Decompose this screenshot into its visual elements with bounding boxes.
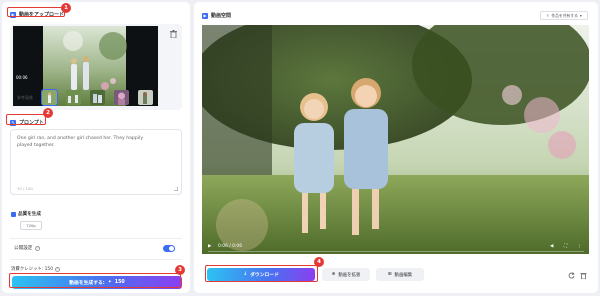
share-label: 作品を共有する xyxy=(551,12,578,18)
share-button[interactable]: ⇪ 作品を共有する ▾ xyxy=(540,11,588,20)
reference-thumb-4[interactable] xyxy=(114,90,129,105)
annotation-badge-3: 3 xyxy=(175,265,185,275)
public-toggle[interactable] xyxy=(163,245,175,252)
video-icon: ▶ xyxy=(202,12,208,19)
video-progress-bar[interactable] xyxy=(208,250,584,252)
more-icon[interactable]: ⋮ xyxy=(577,244,581,249)
video-space-label: 動画空間 xyxy=(211,13,232,19)
highlight-upload-title xyxy=(7,7,65,17)
edit-icon: ⊞ xyxy=(387,272,392,277)
volume-icon[interactable]: ◀ xyxy=(550,244,553,249)
enhance-video-button[interactable]: ⊕ 動画を拡張 xyxy=(322,268,370,281)
uploaded-video-thumbnail[interactable] xyxy=(13,26,158,106)
refresh-icon[interactable] xyxy=(568,272,575,279)
prompt-char-counter: 70 / 100 xyxy=(17,186,33,191)
quality-option-720p[interactable]: 720p xyxy=(20,221,42,230)
public-setting-row: 公開設定 ? xyxy=(14,245,41,251)
divider xyxy=(10,238,182,239)
help-icon[interactable]: ? xyxy=(35,245,41,251)
divider xyxy=(10,259,182,260)
annotation-badge-4: 4 xyxy=(314,257,324,267)
highlight-generate-button xyxy=(9,273,181,288)
video-frame xyxy=(202,25,589,254)
reference-thumb-3[interactable] xyxy=(90,90,105,105)
credits-row: 消費クレジット: 150 ? xyxy=(11,266,60,272)
credits-label: 消費クレジット: 150 xyxy=(11,267,53,272)
chevron-down-icon: ▾ xyxy=(579,13,582,18)
left-panel: ▶ 動画をアップロード 00:06 参考画像 ✎ プロンプト One girl … xyxy=(2,2,190,293)
share-icon: ⇪ xyxy=(546,13,550,18)
trash-icon[interactable] xyxy=(170,30,177,38)
highlight-download-button xyxy=(205,265,318,282)
delete-icon[interactable] xyxy=(580,272,587,279)
annotation-badge-2: 2 xyxy=(43,108,53,118)
quality-section-title: 品質を生成 xyxy=(11,211,41,217)
coin-icon: ? xyxy=(55,266,60,272)
thumbnail-image xyxy=(13,26,158,106)
public-setting-label: 公開設定 xyxy=(14,246,33,251)
fullscreen-icon[interactable]: ⛶ xyxy=(564,243,567,249)
reference-thumb-5[interactable] xyxy=(138,90,153,105)
resize-handle[interactable] xyxy=(174,187,178,191)
enhance-icon: ⊕ xyxy=(331,272,336,277)
quality-icon xyxy=(11,211,16,217)
right-panel: ▶ 動画空間 ⇪ 作品を共有する ▾ ▶ 0:06 / 0:06 ◀ ⛶ ⋮ ↓… xyxy=(194,2,598,293)
thumbnail-duration: 00:06 xyxy=(16,75,28,80)
video-controls: ▶ 0:06 / 0:06 ◀ ⛶ ⋮ xyxy=(202,240,589,254)
enhance-label: 動画を拡張 xyxy=(338,272,361,278)
edit-video-button[interactable]: ⊞ 動画編集 xyxy=(376,268,424,281)
highlight-prompt-title xyxy=(6,114,46,125)
video-space-title: ▶ 動画空間 xyxy=(202,12,231,19)
video-player[interactable]: ▶ 0:06 / 0:06 ◀ ⛶ ⋮ xyxy=(202,25,589,254)
video-time: 0:06 / 0:06 xyxy=(218,244,242,249)
prompt-text[interactable]: One girl ran, and another girl chased he… xyxy=(17,135,157,149)
edit-label: 動画編集 xyxy=(394,272,413,278)
reference-thumb-1[interactable] xyxy=(41,89,58,106)
reference-images-label: 参考画像 xyxy=(17,95,33,100)
prompt-textarea[interactable]: One girl ran, and another girl chased he… xyxy=(10,129,182,195)
quality-title: 品質を生成 xyxy=(18,212,41,217)
reference-thumb-2[interactable] xyxy=(66,90,81,105)
play-icon[interactable]: ▶ xyxy=(208,244,211,249)
app-root: ▶ 動画をアップロード 00:06 参考画像 ✎ プロンプト One girl … xyxy=(0,0,600,296)
annotation-badge-1: 1 xyxy=(61,3,71,13)
